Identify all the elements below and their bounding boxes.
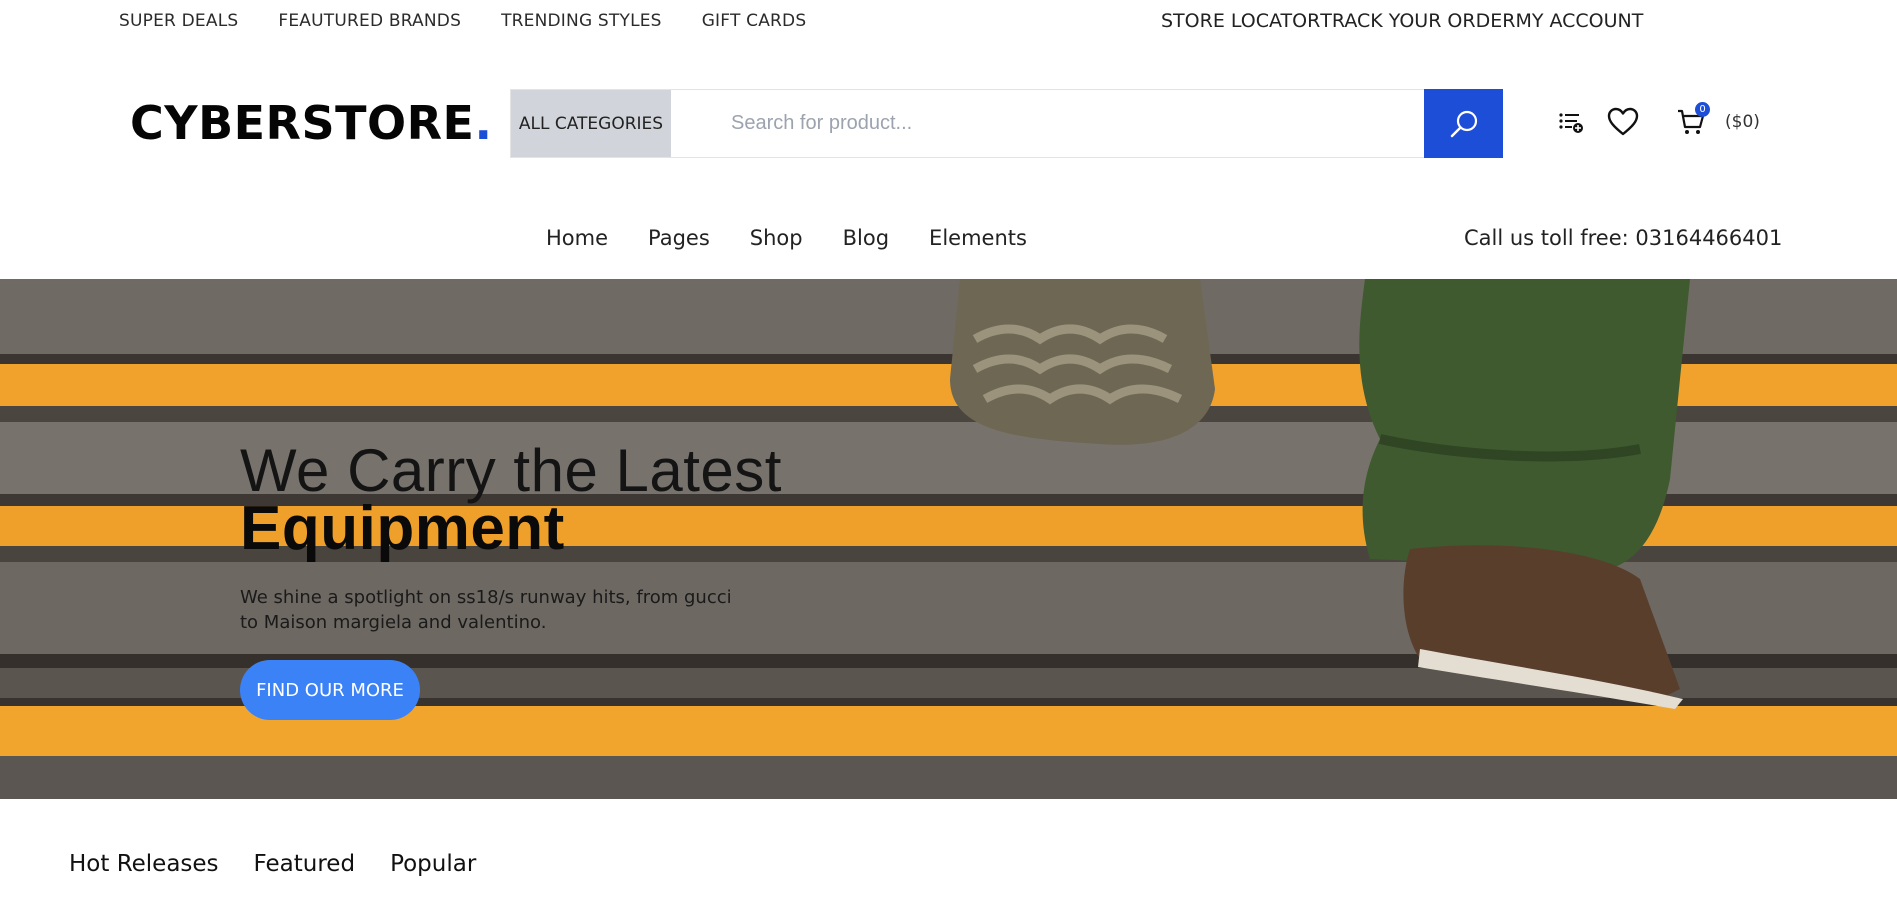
wishlist-button[interactable] bbox=[1605, 104, 1641, 140]
search-bar: ALL CATEGORIES bbox=[510, 89, 1503, 158]
header-icons: 0 ($0) bbox=[1553, 102, 1760, 140]
nav-blog[interactable]: Blog bbox=[843, 226, 889, 250]
search-input[interactable] bbox=[671, 90, 1427, 157]
top-link-gift-cards[interactable]: GIFT CARDS bbox=[702, 11, 807, 31]
top-link-track-order[interactable]: TRACK YOUR ORDER bbox=[1320, 10, 1515, 32]
site-logo[interactable]: CYBERSTORE. bbox=[130, 96, 492, 150]
compare-list-icon bbox=[1559, 113, 1583, 133]
nav-home[interactable]: Home bbox=[546, 226, 608, 250]
toll-free-phone: Call us toll free: 03164466401 bbox=[1464, 226, 1783, 250]
nav-elements[interactable]: Elements bbox=[929, 226, 1027, 250]
top-left-links: SUPER DEALS FEAUTURED BRANDS TRENDING ST… bbox=[119, 11, 806, 31]
hero-title-line2: Equipment bbox=[240, 494, 565, 563]
nav-shop[interactable]: Shop bbox=[750, 226, 803, 250]
heart-icon bbox=[1607, 107, 1639, 136]
top-link-store-locator[interactable]: STORE LOCATOR bbox=[1161, 10, 1320, 32]
cart-button[interactable]: 0 bbox=[1673, 102, 1710, 140]
top-link-trending-styles[interactable]: TRENDING STYLES bbox=[501, 11, 662, 31]
top-link-my-account[interactable]: MY ACCOUNT bbox=[1515, 10, 1643, 32]
compare-button[interactable] bbox=[1553, 104, 1589, 140]
search-icon bbox=[1450, 110, 1477, 137]
top-utility-bar: SUPER DEALS FEAUTURED BRANDS TRENDING ST… bbox=[0, 0, 1897, 44]
category-select[interactable]: ALL CATEGORIES bbox=[511, 90, 671, 157]
top-link-super-deals[interactable]: SUPER DEALS bbox=[119, 11, 238, 31]
tab-featured[interactable]: Featured bbox=[254, 851, 356, 877]
search-button[interactable] bbox=[1424, 89, 1503, 158]
top-link-featured-brands[interactable]: FEAUTURED BRANDS bbox=[278, 11, 461, 31]
product-tabs: Hot Releases Featured Popular bbox=[69, 851, 476, 877]
nav-pages[interactable]: Pages bbox=[648, 226, 710, 250]
logo-text: CYBERSTORE bbox=[130, 96, 475, 150]
logo-dot: . bbox=[474, 96, 493, 150]
hero-description: We shine a spotlight on ss18/s runway hi… bbox=[240, 587, 732, 633]
tab-popular[interactable]: Popular bbox=[390, 851, 476, 877]
main-header: CYBERSTORE. ALL CATEGORIES Search for pr… bbox=[0, 44, 1897, 204]
cart-count-badge: 0 bbox=[1695, 102, 1710, 117]
top-right-links: STORE LOCATOR TRACK YOUR ORDER MY ACCOUN… bbox=[1161, 10, 1643, 32]
tab-hot-releases[interactable]: Hot Releases bbox=[69, 851, 219, 877]
cart-total[interactable]: ($0) bbox=[1725, 112, 1760, 132]
find-out-more-button[interactable]: FIND OUR MORE bbox=[240, 660, 420, 720]
hero-banner: We Carry the Latest Equipment We shine a… bbox=[0, 279, 1897, 799]
main-nav: Home Pages Shop Blog Elements bbox=[546, 226, 1027, 250]
